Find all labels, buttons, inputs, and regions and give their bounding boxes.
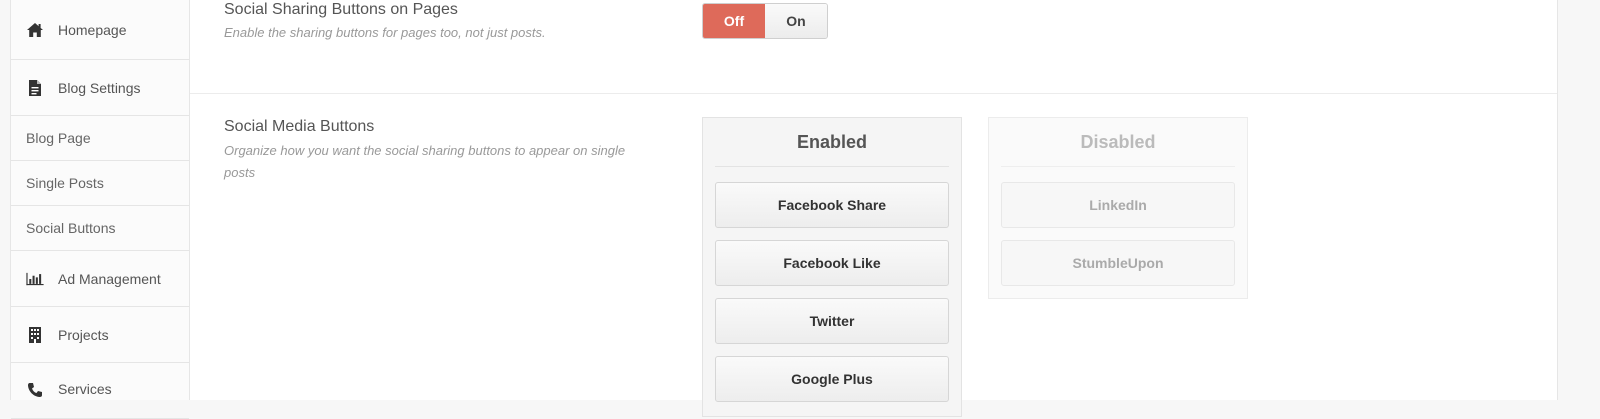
settings-panel: Social Sharing Buttons on Pages Enable t…: [190, 0, 1558, 417]
sortable-button-stumbleupon[interactable]: StumbleUpon: [1001, 240, 1235, 286]
disabled-heading: Disabled: [1001, 118, 1235, 167]
sidebar-item-projects[interactable]: Projects: [11, 307, 189, 363]
media-buttons-title: Social Media Buttons: [224, 118, 375, 135]
sidebar-item-social-buttons[interactable]: Social Buttons: [11, 206, 189, 251]
sidebar-item-ad-management[interactable]: Ad Management: [11, 251, 189, 307]
enabled-buttons-list[interactable]: Enabled Facebook Share Facebook Like Twi…: [702, 117, 962, 417]
document-icon: [26, 79, 44, 97]
sidebar-item-blog-settings[interactable]: Blog Settings: [11, 60, 189, 116]
sidebar-item-homepage[interactable]: Homepage: [11, 0, 189, 60]
sidebar: Homepage Blog Settings Blog Page Single …: [10, 0, 190, 419]
disabled-buttons-list[interactable]: Disabled LinkedIn StumbleUpon: [988, 117, 1248, 299]
sharing-pages-title: Social Sharing Buttons on Pages: [224, 1, 458, 18]
sidebar-item-single-posts[interactable]: Single Posts: [11, 161, 189, 206]
building-icon: [26, 326, 44, 344]
phone-icon: [26, 381, 44, 399]
sidebar-item-label: Ad Management: [58, 270, 161, 287]
sortable-button-twitter[interactable]: Twitter: [715, 298, 949, 344]
toggle-off-option[interactable]: Off: [703, 4, 765, 38]
enabled-heading: Enabled: [715, 118, 949, 167]
media-buttons-description: Organize how you want the social sharing…: [224, 143, 626, 180]
sortable-button-google-plus[interactable]: Google Plus: [715, 356, 949, 402]
sidebar-item-label: Blog Page: [26, 130, 91, 146]
sidebar-item-label: Social Buttons: [26, 220, 116, 236]
bar-chart-icon: [26, 270, 44, 288]
sidebar-item-label: Single Posts: [26, 175, 104, 191]
sharing-pages-description: Enable the sharing buttons for pages too…: [224, 25, 546, 40]
sortable-button-linkedin[interactable]: LinkedIn: [1001, 182, 1235, 228]
sidebar-item-label: Projects: [58, 326, 109, 343]
sidebar-item-services[interactable]: Services: [11, 363, 189, 419]
toggle-on-option[interactable]: On: [765, 4, 827, 38]
home-icon: [26, 21, 44, 39]
sharing-pages-toggle[interactable]: Off On: [702, 3, 828, 39]
section-divider: [190, 93, 1557, 94]
sidebar-item-label: Services: [58, 381, 112, 397]
sidebar-item-label: Blog Settings: [58, 79, 141, 96]
sidebar-item-label: Homepage: [58, 21, 127, 38]
sortable-button-facebook-like[interactable]: Facebook Like: [715, 240, 949, 286]
sidebar-item-blog-page[interactable]: Blog Page: [11, 116, 189, 161]
sortable-button-facebook-share[interactable]: Facebook Share: [715, 182, 949, 228]
